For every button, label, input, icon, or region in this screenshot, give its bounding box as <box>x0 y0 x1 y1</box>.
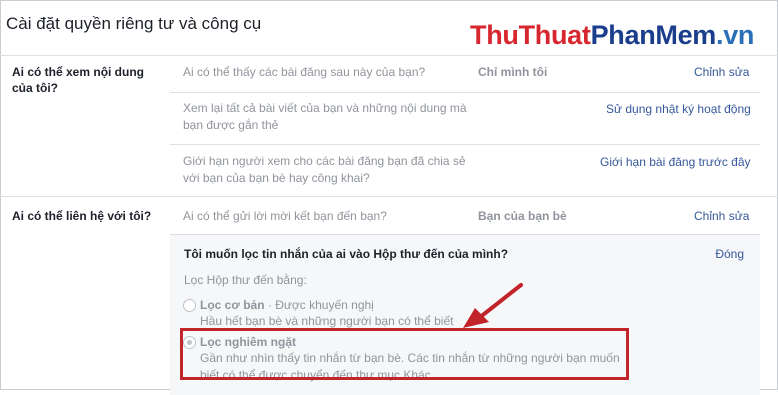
divider <box>0 55 778 56</box>
basic-filter-radio[interactable] <box>183 299 196 312</box>
close-link[interactable]: Đóng <box>715 247 744 261</box>
row-question-future-posts: Ai có thể thấy các bài đăng sau này của … <box>183 65 426 79</box>
page-title: Cài đặt quyền riêng tư và công cụ <box>6 14 262 33</box>
highlight-box <box>180 328 629 380</box>
section-label-who-can-contact: Ai có thể liên hệ với tôi? <box>12 209 152 223</box>
row-value-only-me: Chỉ mình tôi <box>478 65 548 79</box>
filter-panel-title: Tôi muốn lọc tin nhắn của ai vào Hộp thư… <box>184 247 509 261</box>
edit-friend-requests-link[interactable]: Chỉnh sửa <box>694 209 749 223</box>
watermark-logo: ThuThuatPhanMem.vn <box>470 20 755 50</box>
filter-subtitle: Lọc Hộp thư đến bằng: <box>184 273 307 287</box>
row-question-review-posts: Xem lại tất cả bài viết của bạn và những… <box>183 101 467 132</box>
divider <box>0 196 778 197</box>
divider <box>170 92 760 93</box>
arrow-annotation-icon <box>463 283 523 328</box>
divider <box>170 144 760 145</box>
edit-future-posts-link[interactable]: Chỉnh sửa <box>694 65 749 79</box>
row-question-friend-requests: Ai có thể gửi lời mời kết bạn đến bạn? <box>183 209 387 223</box>
activity-log-link[interactable]: Sử dụng nhật ký hoạt động <box>606 102 751 116</box>
section-label-who-can-see: Ai có thể xem nội dung của tôi? <box>12 65 145 95</box>
limit-past-posts-link[interactable]: Giới hạn bài đăng trước đây <box>600 155 751 169</box>
row-question-limit-past-posts: Giới hạn người xem cho các bài đăng bạn … <box>183 154 466 185</box>
row-value-friends-of-friends: Bạn của bạn bè <box>478 209 567 223</box>
basic-filter-label[interactable]: Lọc cơ bản · Được khuyến nghị <box>200 298 374 312</box>
